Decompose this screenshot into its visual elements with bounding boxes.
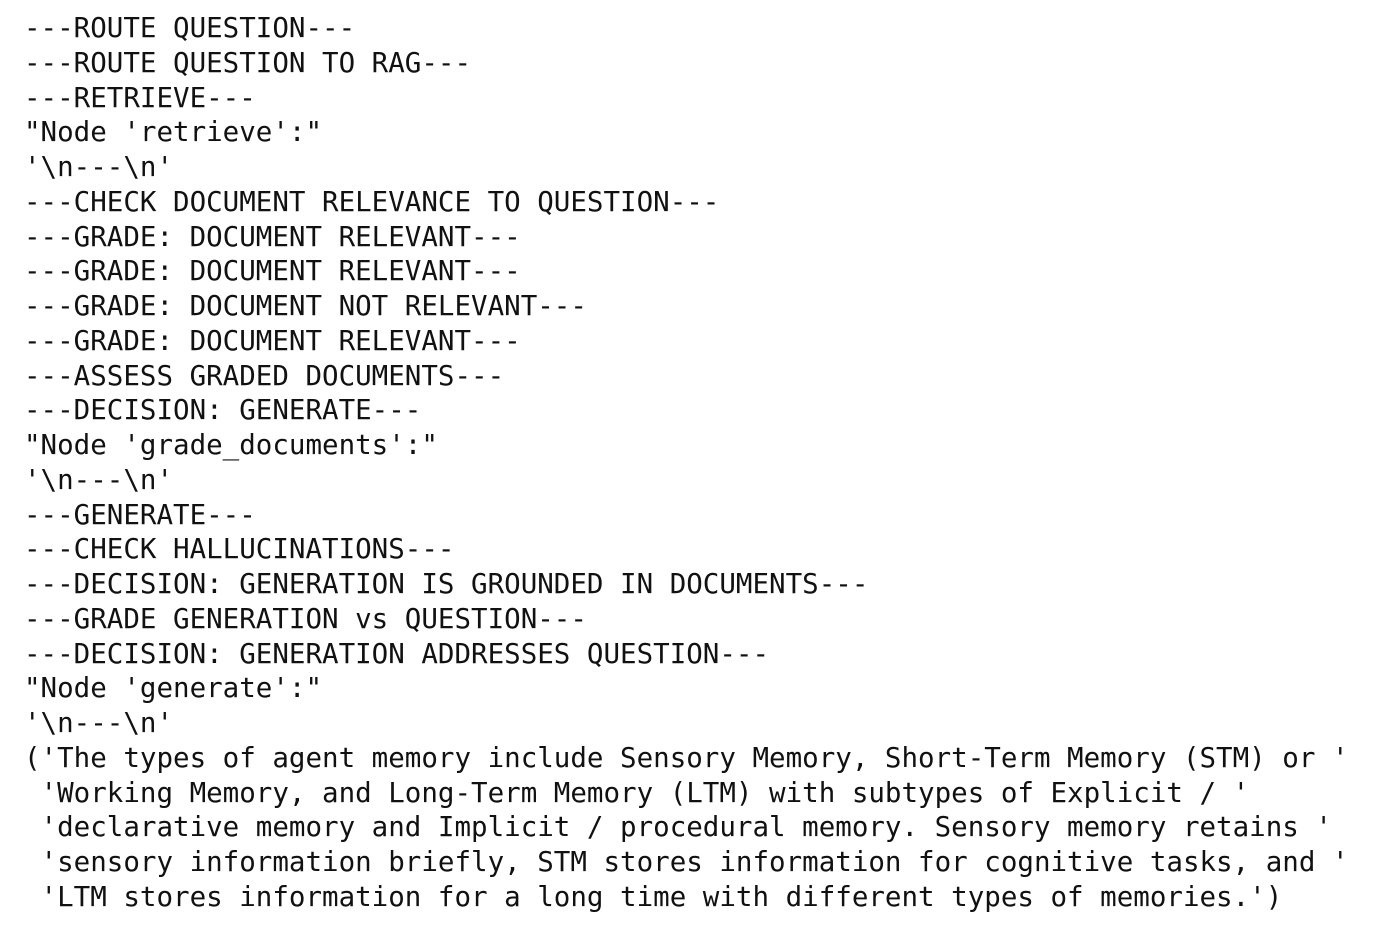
log-line: '\n---\n' — [24, 463, 174, 496]
log-line: "Node 'retrieve':" — [24, 116, 323, 149]
answer-line: 'sensory information briefly, STM stores… — [24, 846, 1349, 878]
answer-line: 'declarative memory and Implicit / proce… — [24, 811, 1332, 844]
log-line: ---GRADE: DOCUMENT NOT RELEVANT--- — [24, 290, 587, 322]
log-line: ---GRADE: DOCUMENT RELEVANT--- — [24, 324, 521, 357]
log-line: "Node 'grade_documents':" — [24, 429, 438, 461]
answer-line: 'Working Memory, and Long-Term Memory (L… — [24, 776, 1250, 809]
log-line: '\n---\n' — [24, 151, 174, 183]
log-line: ---GENERATE--- — [24, 498, 256, 531]
log-line: ---ROUTE QUESTION--- — [24, 12, 356, 44]
log-line: ---CHECK HALLUCINATIONS--- — [24, 533, 455, 566]
log-line: ---GRADE GENERATION vs QUESTION--- — [24, 602, 587, 635]
log-line: ---CHECK DOCUMENT RELEVANCE TO QUESTION-… — [24, 185, 720, 218]
answer-line: ('The types of agent memory include Sens… — [24, 741, 1349, 774]
log-line: ---GRADE: DOCUMENT RELEVANT--- — [24, 255, 521, 288]
log-line: ---DECISION: GENERATE--- — [24, 394, 422, 427]
answer-line: 'LTM stores information for a long time … — [24, 880, 1283, 913]
log-line: "Node 'generate':" — [24, 672, 323, 705]
log-line: ---GRADE: DOCUMENT RELEVANT--- — [24, 220, 521, 253]
log-line: ---DECISION: GENERATION IS GROUNDED IN D… — [24, 568, 869, 600]
log-line: ---ROUTE QUESTION TO RAG--- — [24, 46, 472, 79]
log-line: ---RETRIEVE--- — [24, 81, 256, 114]
log-line: '\n---\n' — [24, 707, 174, 739]
console-output: ---ROUTE QUESTION--- ---ROUTE QUESTION T… — [24, 11, 1394, 915]
log-line: ---ASSESS GRADED DOCUMENTS--- — [24, 359, 505, 392]
log-line: ---DECISION: GENERATION ADDRESSES QUESTI… — [24, 637, 770, 670]
